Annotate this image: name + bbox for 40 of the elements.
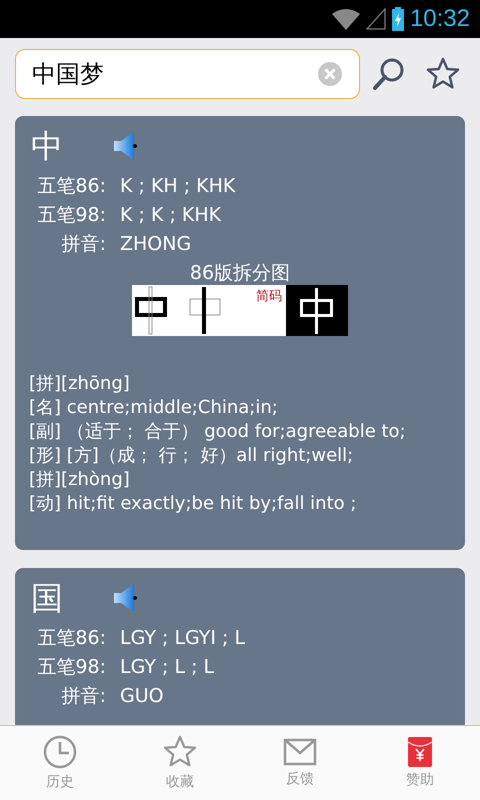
code-label: 五笔98: [36, 203, 106, 228]
yen-envelope-icon [408, 737, 432, 767]
battery-icon [392, 7, 404, 31]
status-time: 10:32 [410, 5, 470, 33]
entry-character: 中 [31, 126, 63, 166]
search-field[interactable]: 中国梦 [15, 49, 360, 99]
star-icon[interactable] [426, 57, 460, 91]
tab-item[interactable]: 反馈 [240, 726, 360, 800]
definition-line: [拼][zhōng] [29, 372, 131, 396]
search-icon[interactable] [372, 57, 406, 91]
code-label: 五笔86: [36, 174, 106, 199]
clock-icon [43, 735, 77, 769]
code-value: LGY ; L ; L [120, 655, 216, 680]
code-value: GUO [120, 684, 165, 709]
definition-line: [拼][zhòng] [29, 468, 131, 492]
code-value: ZHONG [120, 232, 192, 257]
wifi-icon [332, 8, 360, 30]
code-value: K ; K ; KHK [120, 203, 222, 228]
definition-line: [副] （适于； 合于） good for;agreeable to; [29, 420, 407, 444]
diagram-title: 86版拆分图 [190, 261, 290, 285]
tab-item[interactable]: 赞助 [360, 726, 480, 800]
code-label: 拼音: [60, 232, 106, 257]
star-icon [163, 735, 197, 769]
definition-line: [形] [方]（成； 行； 好）all right;well; [29, 444, 354, 468]
code-value: K ; KH ; KHK [120, 174, 236, 199]
speaker-icon[interactable] [113, 583, 139, 613]
definition-line: [动] hit;fit exactly;be hit by;fall into ; [29, 492, 358, 516]
shortcode-label: 简码 [256, 288, 283, 305]
code-label: 五笔86: [36, 626, 106, 651]
envelope-icon [283, 738, 317, 766]
code-label: 五笔98: [36, 655, 106, 680]
clear-icon[interactable] [317, 61, 343, 87]
code-value: LGY ; LGYI ; L [120, 626, 246, 651]
tab-item[interactable]: 收藏 [120, 726, 240, 800]
signal-icon [366, 8, 386, 30]
entry-character: 国 [31, 578, 63, 618]
tab-item[interactable]: 历史 [0, 726, 120, 800]
speaker-icon[interactable] [113, 131, 139, 161]
definition-line: [名] centre;middle;China;in; [29, 396, 279, 420]
code-label: 拼音: [60, 684, 106, 709]
